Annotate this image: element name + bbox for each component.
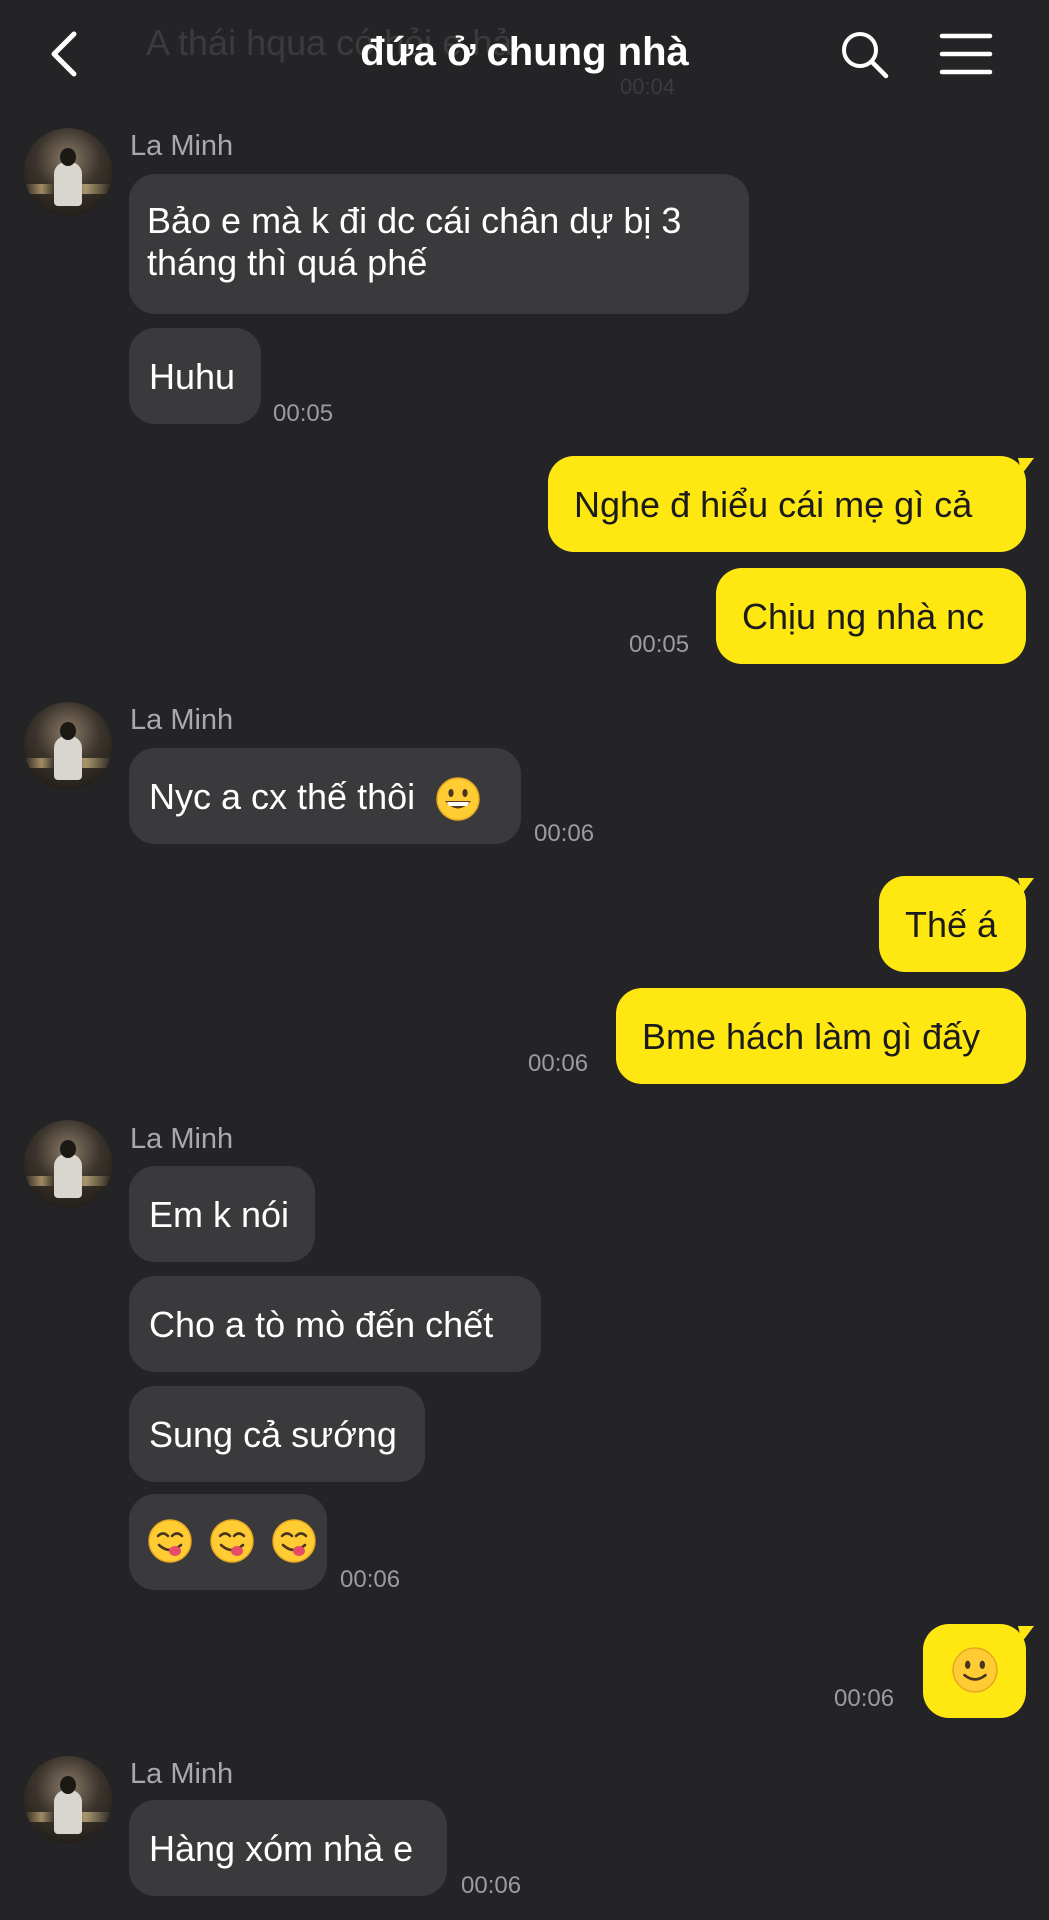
message-bubble[interactable]: Hàng xóm nhà e: [129, 1800, 447, 1896]
bubble-tail: [1018, 878, 1034, 894]
sender-name: La Minh: [130, 1123, 234, 1155]
message-text: Nyc a cx thế thôi: [149, 776, 416, 817]
message-time: 00:06: [528, 1050, 589, 1077]
message-bubble[interactable]: Nyc a cx thế thôi: [129, 748, 521, 844]
sender-name: La Minh: [130, 704, 234, 736]
face-savoring-food-emoji-icon: [272, 1519, 316, 1564]
message-bubble[interactable]: Nghe đ hiểu cái mẹ gì cả: [548, 456, 1026, 552]
message-bubble[interactable]: Chịu ng nhà nc: [716, 568, 1026, 664]
slightly-smiling-face-emoji-icon: [951, 1647, 998, 1693]
scrolled-message-ghost-time: 00:04: [620, 74, 676, 99]
avatar[interactable]: [24, 702, 112, 790]
sender-name: La Minh: [130, 1758, 234, 1790]
bubble-tail: [1018, 458, 1034, 474]
message-time: 00:06: [834, 1685, 895, 1712]
grinning-face-emoji-icon: [436, 777, 480, 822]
bubble-tail: [1018, 1626, 1034, 1642]
message-bubble[interactable]: [129, 1494, 327, 1590]
menu-button[interactable]: [938, 30, 994, 78]
message-bubble[interactable]: Sung cả sướng: [129, 1386, 425, 1482]
sender-name: La Minh: [130, 130, 234, 162]
message-bubble[interactable]: [923, 1624, 1026, 1718]
hamburger-menu-icon: [939, 33, 993, 75]
message-bubble[interactable]: Bme hách làm gì đấy: [616, 988, 1026, 1084]
chat-header: A thái hqua có hỏi e hả 00:04 đứa ở chun…: [0, 0, 1049, 112]
message-bubble[interactable]: Cho a tò mò đến chết: [129, 1276, 541, 1372]
message-time: 00:05: [273, 400, 334, 427]
chat-title: đứa ở chung nhà: [360, 30, 689, 74]
message-bubble[interactable]: Em k nói: [129, 1166, 315, 1262]
face-savoring-food-emoji-icon: [148, 1519, 192, 1564]
message-time: 00:05: [629, 631, 690, 658]
avatar[interactable]: [24, 1756, 112, 1844]
face-savoring-food-emoji-icon: [210, 1519, 254, 1564]
message-time: 00:06: [340, 1566, 401, 1593]
message-time: 00:06: [461, 1872, 522, 1899]
message-time: 00:06: [534, 820, 595, 847]
message-bubble[interactable]: Bảo e mà k đi dc cái chân dự bị 3 tháng …: [129, 174, 749, 314]
avatar[interactable]: [24, 128, 112, 216]
avatar[interactable]: [24, 1120, 112, 1208]
message-bubble[interactable]: Thế á: [879, 876, 1026, 972]
search-icon: [842, 32, 889, 79]
message-bubble[interactable]: Huhu: [129, 328, 261, 424]
search-button[interactable]: [838, 28, 890, 80]
